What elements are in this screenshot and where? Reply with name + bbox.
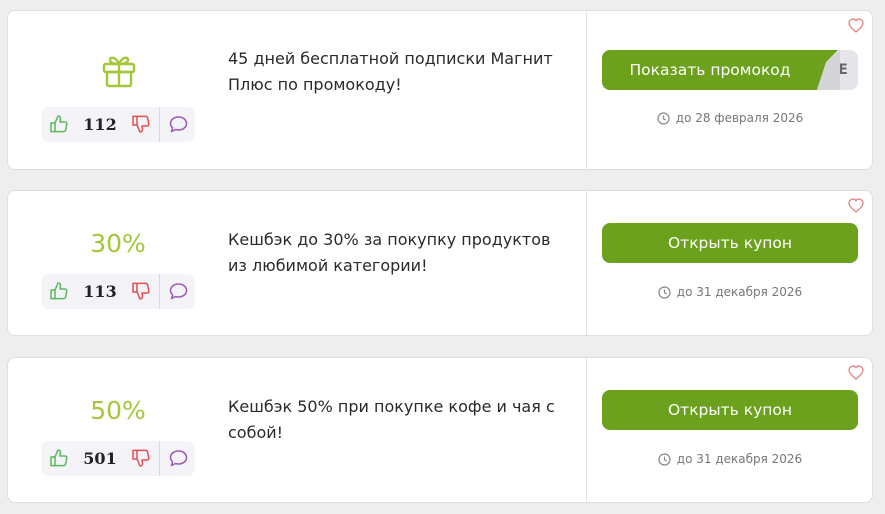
thumbs-up-icon[interactable] [49,114,69,134]
offer-badge-column: 112 [8,11,228,169]
comment-icon[interactable] [169,115,188,134]
vote-bar: 112 [41,107,195,142]
thumbs-up-icon[interactable] [49,448,69,468]
vote-separator [159,441,160,476]
thumbs-down-icon[interactable] [131,281,151,301]
vote-separator [159,107,160,142]
thumbs-down-icon[interactable] [131,448,151,468]
show-promo-button[interactable]: E Показать промокод [602,50,858,90]
clock-icon [658,453,671,466]
favorite-heart-icon[interactable] [848,18,864,33]
expiry-date: до 31 декабря 2026 [602,452,858,466]
expiry-date: до 31 декабря 2026 [602,285,858,299]
open-coupon-button[interactable]: Открыть купон [602,390,858,430]
expiry-text: до 31 декабря 2026 [676,285,803,299]
offer-description[interactable]: Кешбэк до 30% за покупку продуктов из лю… [228,227,563,279]
comment-icon[interactable] [169,282,188,301]
card-divider [586,358,587,502]
discount-badge: 30% [90,229,146,258]
expiry-date: до 28 февраля 2026 [602,111,858,125]
thumbs-up-icon[interactable] [49,281,69,301]
offer-description[interactable]: 45 дней бесплатной подписки Магнит Плюс … [228,46,563,98]
expiry-text: до 28 февраля 2026 [675,111,804,125]
vote-count: 501 [83,449,117,468]
open-coupon-button[interactable]: Открыть купон [602,223,858,263]
offer-badge-column: 50% 501 [8,358,228,502]
clock-icon [657,112,670,125]
offer-description[interactable]: Кешбэк 50% при покупке кофе и чая с собо… [228,394,563,446]
offer-badge-column: 30% 113 [8,191,228,335]
favorite-heart-icon[interactable] [848,365,864,380]
offer-card: 30% 113 Кешбэк до 30% за покупку продукт… [7,190,873,336]
vote-bar: 113 [41,274,195,309]
thumbs-down-icon[interactable] [131,114,151,134]
vote-count: 112 [83,115,117,134]
vote-count: 113 [83,282,117,301]
comment-icon[interactable] [169,449,188,468]
gift-icon [102,56,136,88]
favorite-heart-icon[interactable] [848,198,864,213]
offer-card: 50% 501 Кешбэк 50% при покупке кофе и ча… [7,357,873,503]
clock-icon [658,286,671,299]
show-promo-label: Показать промокод [602,50,838,90]
offer-card: 112 45 дней бесплатной подписки Магнит П… [7,10,873,170]
card-divider [586,11,587,169]
card-divider [586,191,587,335]
expiry-text: до 31 декабря 2026 [676,452,803,466]
vote-separator [159,274,160,309]
discount-badge: 50% [90,396,146,425]
vote-bar: 501 [41,441,195,476]
